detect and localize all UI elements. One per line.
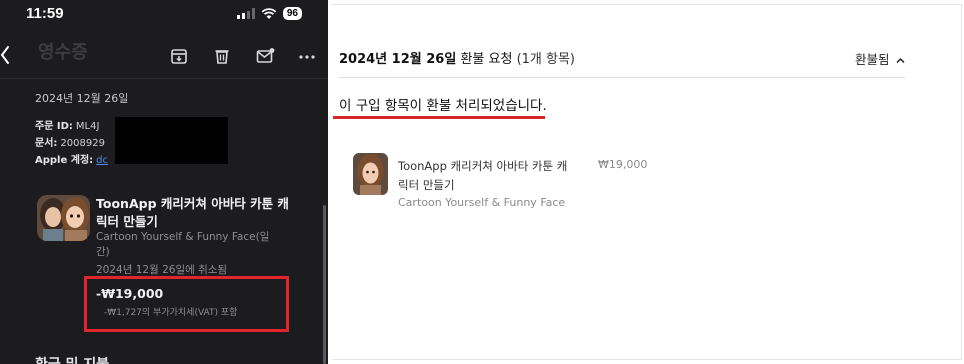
- toolbar-divider: [0, 78, 328, 79]
- header-divider: [339, 77, 905, 78]
- cellular-signal-icon: [236, 8, 255, 19]
- scrollbar[interactable]: [323, 205, 326, 364]
- refund-request-header: 2024년 12월 26일 환불 요청 (1개 항목): [339, 48, 575, 67]
- wifi-icon: [261, 7, 277, 19]
- item-subtitle: Cartoon Yourself & Funny Face: [398, 196, 566, 209]
- redaction-box: [115, 117, 228, 164]
- item-subtitle: Cartoon Yourself & Funny Face(일간): [96, 231, 270, 258]
- order-id-value: ML4J: [75, 121, 100, 132]
- cancellation-note: 2024년 12월 26일에 취소됨: [96, 264, 228, 276]
- more-options-icon[interactable]: [297, 46, 317, 66]
- archive-icon[interactable]: [169, 46, 189, 66]
- header-label: 환불 요청: [460, 52, 513, 67]
- next-section-heading: 환급 및 지불: [35, 354, 109, 364]
- app-icon: [37, 195, 90, 241]
- refund-status-toggle[interactable]: 환불됨: [855, 49, 905, 68]
- receipt-date: 2024년 12월 26일: [35, 92, 129, 105]
- phone-screenshot-panel: 11:59 96 영수증 2024년 12월 26일 주문 ID: ML4J 문…: [0, 0, 328, 364]
- order-id-label: 주문 ID:: [35, 121, 73, 132]
- panel-border-bottom: [332, 359, 962, 360]
- item-title: ToonApp 캐리커쳐 아바타 카툰 캐릭터 만들기: [96, 196, 289, 229]
- document-row: 문서: 2008929: [35, 134, 105, 149]
- item-price: ₩19,000: [598, 158, 648, 171]
- highlight-box: [84, 276, 289, 332]
- apple-account-link[interactable]: dc: [96, 155, 108, 166]
- apple-account-row: Apple 계정: dc: [35, 151, 108, 166]
- back-chevron-icon[interactable]: [0, 44, 20, 66]
- refund-message: 이 구입 항목이 환불 처리되었습니다.: [339, 98, 547, 114]
- document-value: 2008929: [60, 138, 105, 149]
- refund-status-label: 환불됨: [855, 52, 890, 67]
- message-underline: [333, 116, 545, 119]
- web-receipt-panel: 2024년 12월 26일 환불 요청 (1개 항목) 환불됨 이 구입 항목이…: [332, 0, 964, 364]
- panel-border-top: [332, 4, 962, 5]
- order-id-row: 주문 ID: ML4J: [35, 117, 99, 132]
- header-date: 2024년 12월 26일: [339, 52, 457, 67]
- mark-unread-icon[interactable]: [255, 46, 275, 66]
- app-icon: [353, 153, 388, 195]
- battery-indicator: 96: [282, 7, 302, 20]
- document-label: 문서:: [35, 138, 58, 149]
- item-title[interactable]: ToonApp 캐리커쳐 아바타 카툰 캐릭터 만들기: [398, 157, 573, 195]
- mail-toolbar: 영수증: [0, 34, 328, 78]
- status-bar: 11:59 96: [0, 0, 328, 30]
- apple-account-label: Apple 계정:: [35, 155, 94, 166]
- faded-header-text: 영수증: [38, 42, 88, 63]
- status-time: 11:59: [26, 5, 64, 22]
- status-icons: 96: [236, 7, 302, 20]
- trash-icon[interactable]: [212, 46, 232, 66]
- chevron-up-icon: [895, 57, 905, 64]
- header-item-count: (1개 항목): [516, 52, 575, 67]
- panel-border-right: [961, 4, 962, 360]
